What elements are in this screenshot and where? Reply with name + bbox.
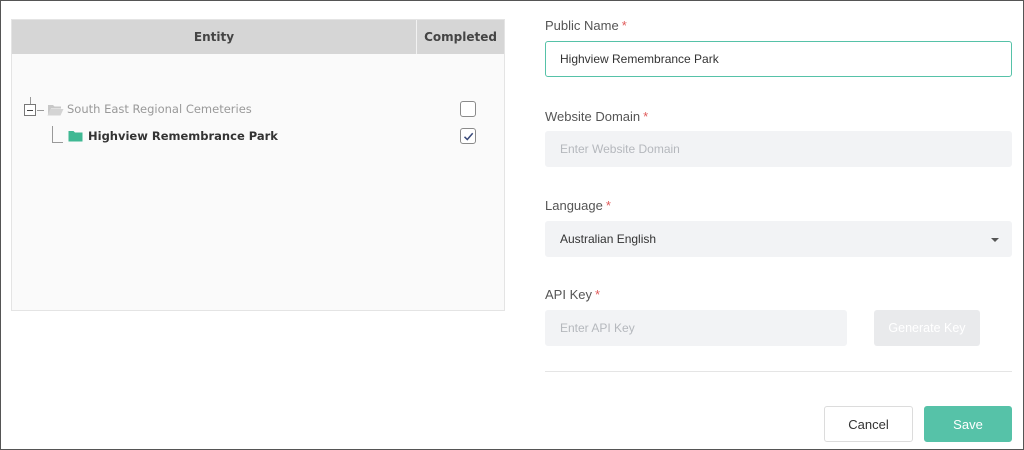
api-key-input[interactable]: Enter API Key	[545, 310, 847, 346]
api-key-label-text: API Key	[545, 287, 592, 302]
tree-item-label[interactable]: South East Regional Cemeteries	[67, 102, 252, 116]
language-selected-value: Australian English	[560, 232, 657, 246]
public-name-input[interactable]: Highview Remembrance Park	[545, 41, 1012, 77]
language-label-text: Language	[545, 198, 603, 213]
language-label: Language *	[545, 198, 611, 213]
public-name-label: Public Name *	[545, 18, 627, 33]
generate-key-button[interactable]: Generate Key	[874, 310, 980, 346]
tree-connector	[52, 126, 53, 143]
required-marker: *	[605, 198, 611, 213]
column-header-completed[interactable]: Completed	[417, 20, 504, 54]
tree-item-label[interactable]: Highview Remembrance Park	[88, 129, 278, 143]
required-marker: *	[594, 287, 601, 302]
column-header-entity[interactable]: Entity	[12, 20, 417, 54]
required-marker: *	[621, 18, 627, 33]
folder-icon	[68, 131, 83, 142]
cancel-button[interactable]: Cancel	[824, 406, 913, 442]
tree-header: Entity Completed	[12, 20, 504, 54]
website-domain-label-text: Website Domain	[545, 109, 641, 124]
website-domain-input[interactable]: Enter Website Domain	[545, 131, 1012, 167]
website-domain-label: Website Domain *	[545, 109, 648, 124]
caret-down-icon	[991, 238, 999, 242]
collapse-toggle-icon[interactable]	[24, 104, 36, 116]
tree-connector	[37, 110, 44, 111]
completed-checkbox[interactable]	[460, 128, 476, 144]
form-divider	[545, 371, 1012, 372]
public-name-label-text: Public Name	[545, 18, 619, 33]
required-marker: *	[643, 109, 649, 124]
tree-connector	[52, 142, 63, 143]
website-domain-placeholder: Enter Website Domain	[560, 142, 680, 156]
public-name-value: Highview Remembrance Park	[560, 52, 719, 66]
language-select[interactable]: Australian English	[545, 221, 1012, 257]
checkmark-icon	[463, 132, 474, 141]
api-key-placeholder: Enter API Key	[560, 321, 635, 335]
entity-tree-panel: Entity Completed South East Regional Cem…	[11, 19, 505, 311]
completed-checkbox[interactable]	[460, 101, 476, 117]
api-key-label: API Key *	[545, 287, 600, 302]
save-button[interactable]: Save	[924, 406, 1012, 442]
page-frame: Entity Completed South East Regional Cem…	[0, 0, 1024, 450]
folder-open-icon	[47, 105, 64, 116]
